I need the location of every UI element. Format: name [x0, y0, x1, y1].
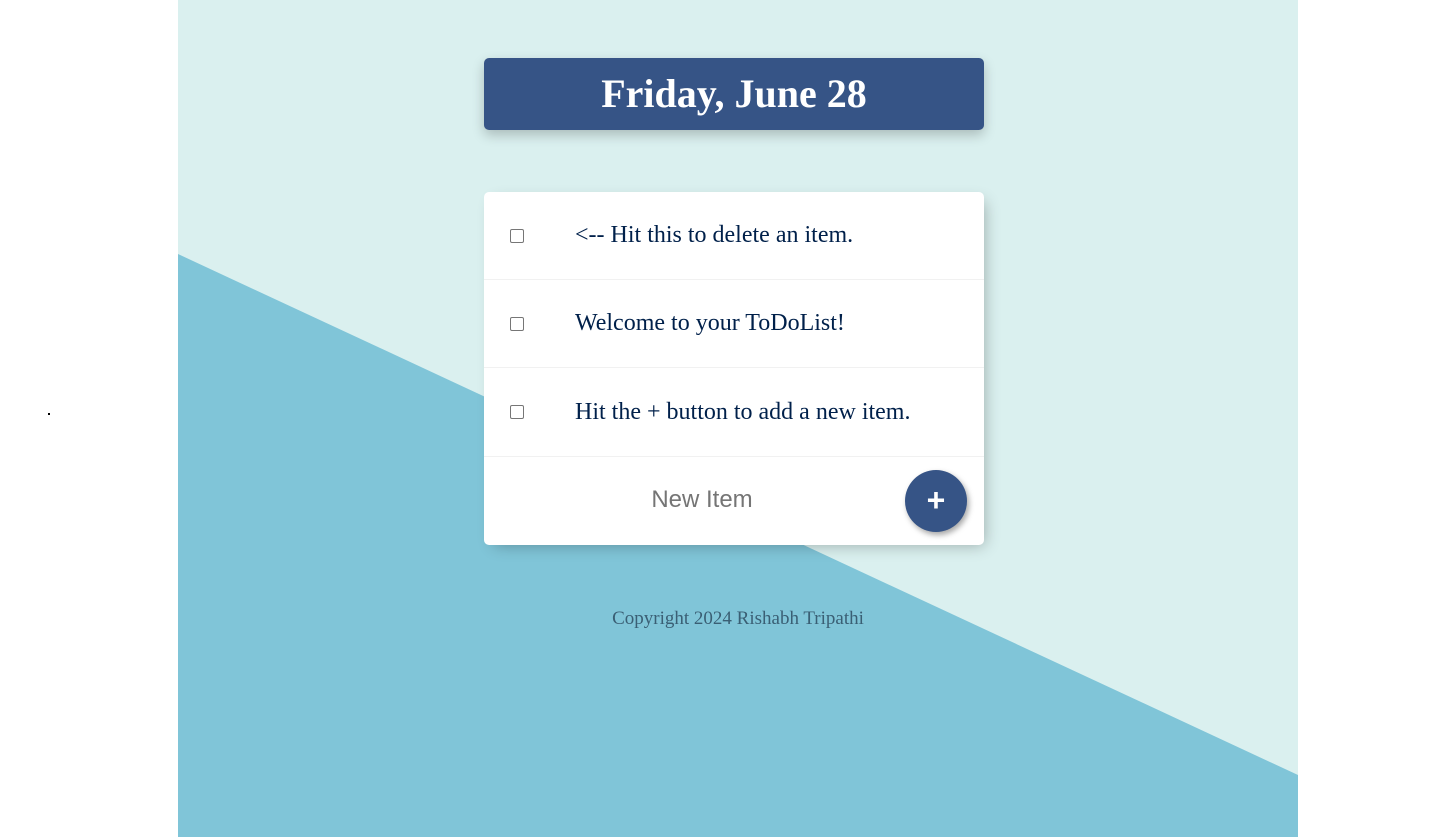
delete-checkbox[interactable]: [510, 405, 524, 419]
todo-item-text: Hit the + button to add a new item.: [575, 398, 911, 425]
date-heading-box: Friday, June 28: [484, 58, 984, 130]
todo-item: <-- Hit this to delete an item.: [484, 192, 984, 280]
copyright-footer: Copyright 2024 Rishabh Tripathi: [612, 608, 864, 629]
new-item-input[interactable]: [502, 477, 902, 523]
add-item-form: +: [484, 457, 984, 544]
todo-item-text: <-- Hit this to delete an item.: [575, 222, 854, 248]
delete-checkbox[interactable]: [510, 316, 524, 331]
page-container: Friday, June 28 <-- Hit this to delete a…: [178, 0, 1298, 837]
todo-item: Hit the + button to add a new item.: [484, 368, 984, 457]
plus-icon: +: [926, 481, 946, 518]
stray-dot: [48, 413, 50, 415]
todo-list-card: <-- Hit this to delete an item. Welcome …: [484, 192, 984, 545]
todo-item: Welcome to your ToDoList!: [484, 280, 984, 368]
delete-checkbox[interactable]: [510, 228, 524, 243]
date-heading: Friday, June 28: [601, 71, 867, 116]
todo-item-text: Welcome to your ToDoList!: [575, 310, 845, 336]
add-item-button[interactable]: +: [905, 470, 967, 532]
